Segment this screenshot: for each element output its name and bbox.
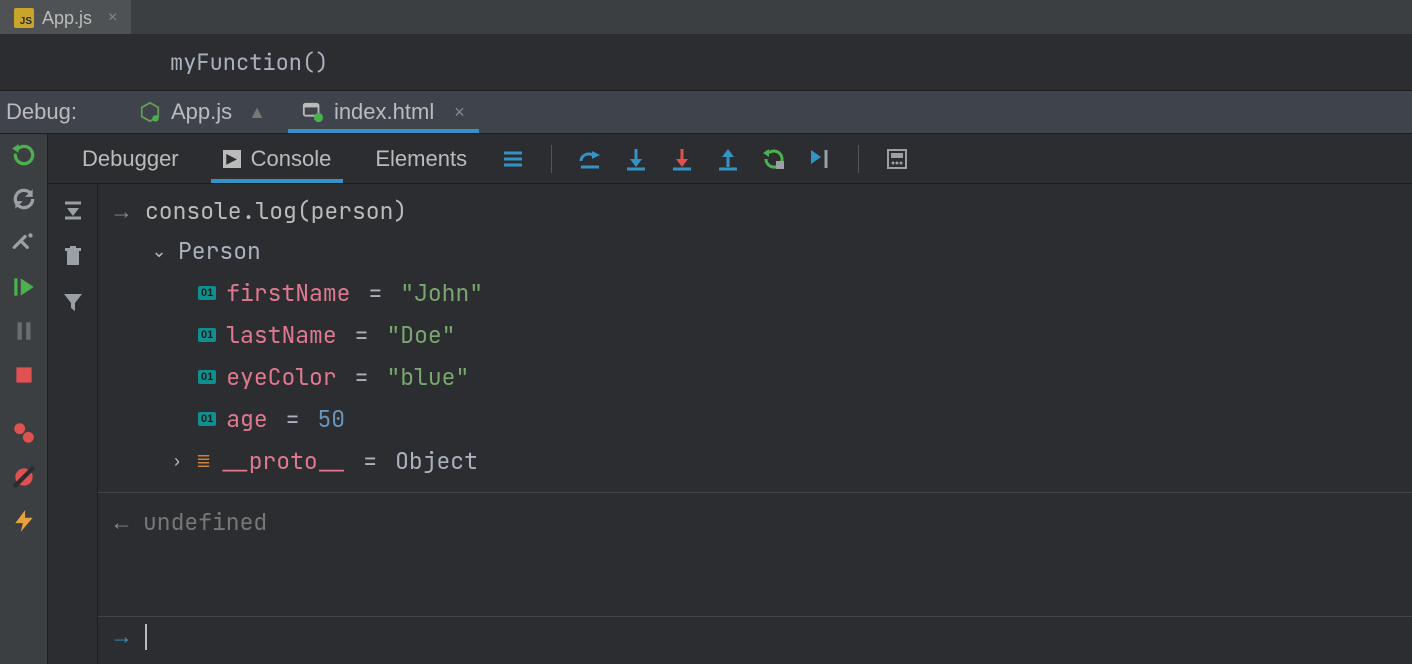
tab-debugger[interactable]: Debugger — [60, 134, 201, 183]
property-badge-icon: 01 — [198, 370, 216, 384]
proto-icon: ≣ — [196, 451, 211, 472]
show-execution-point-icon[interactable] — [501, 147, 525, 171]
filter-icon[interactable] — [61, 290, 85, 314]
property-name: eyeColor — [226, 362, 336, 392]
object-label: Person — [178, 236, 261, 266]
pin-icon[interactable]: ▲ — [248, 102, 266, 123]
property-badge-icon: 01 — [198, 412, 216, 426]
console-side-toolbar — [48, 184, 98, 664]
editor-tab-appjs[interactable]: JS App.js × — [0, 0, 131, 34]
force-step-into-icon[interactable] — [670, 147, 694, 171]
console-prompt[interactable]: → — [98, 616, 1412, 656]
debug-config-appjs[interactable]: App.js ▲ — [125, 91, 280, 133]
input-arrow-icon: → — [110, 198, 133, 225]
lightning-icon[interactable] — [11, 508, 37, 534]
editor-tab-label: App.js — [42, 8, 92, 29]
property-row[interactable]: 01 lastName = "Doe" — [138, 314, 1412, 356]
step-into-icon[interactable] — [624, 147, 648, 171]
separator — [551, 145, 552, 173]
rerun-icon[interactable] — [11, 142, 37, 168]
tab-label: Elements — [375, 146, 467, 172]
play-square-icon: ▶ — [223, 150, 241, 168]
resume-icon[interactable] — [11, 274, 37, 300]
pause-icon[interactable] — [11, 318, 37, 344]
nodejs-icon — [139, 101, 161, 123]
equals-sign: = — [355, 320, 369, 350]
javascript-file-icon: JS — [14, 8, 34, 28]
property-name: lastName — [226, 320, 336, 350]
step-over-icon[interactable] — [578, 147, 602, 171]
property-name: age — [226, 404, 267, 434]
proto-row[interactable]: › ≣ __proto__ = Object — [138, 440, 1412, 482]
property-badge-icon: 01 — [198, 286, 216, 300]
debug-config-indexhtml[interactable]: index.html × — [288, 91, 479, 133]
separator — [858, 145, 859, 173]
refresh-icon[interactable] — [11, 186, 37, 212]
property-value: "blue" — [386, 362, 469, 392]
tab-console[interactable]: ▶ Console — [201, 134, 354, 183]
property-name: firstName — [226, 278, 350, 308]
property-value: 50 — [317, 404, 345, 434]
debug-label: Debug: — [6, 99, 77, 125]
scroll-to-end-icon[interactable] — [61, 198, 85, 222]
equals-sign: = — [363, 446, 377, 476]
console-input-text: console.log(person) — [145, 196, 407, 226]
caret-icon — [145, 624, 147, 650]
return-value: undefined — [143, 507, 267, 537]
object-root[interactable]: ⌄ Person — [138, 230, 1412, 272]
breakpoints-icon[interactable] — [11, 420, 37, 446]
equals-sign: = — [368, 278, 382, 308]
property-badge-icon: 01 — [198, 328, 216, 342]
chevron-down-icon[interactable]: ⌄ — [150, 241, 168, 262]
object-tree: ⌄ Person 01 firstName = "John" 01 lastNa… — [98, 230, 1412, 482]
breadcrumb[interactable]: myFunction() — [0, 34, 1412, 90]
equals-sign: = — [286, 404, 300, 434]
output-arrow-icon: ← — [110, 509, 133, 536]
property-row[interactable]: 01 age = 50 — [138, 398, 1412, 440]
proto-value: Object — [395, 446, 478, 476]
proto-label: __proto__ — [221, 446, 345, 476]
close-icon[interactable]: × — [454, 102, 465, 123]
debug-tool-strip — [0, 134, 48, 664]
debug-bar: Debug: App.js ▲ index.html × — [0, 90, 1412, 134]
browser-debug-icon — [302, 101, 324, 123]
debug-config-label: index.html — [334, 99, 434, 125]
console-input-line: → console.log(person) — [98, 192, 1412, 230]
mute-breakpoints-icon[interactable] — [11, 464, 37, 490]
breadcrumb-text: myFunction() — [170, 48, 328, 77]
tab-label: Console — [251, 146, 332, 172]
console-panel: → console.log(person) ⌄ Person 01 firstN… — [48, 184, 1412, 664]
debug-content: Debugger ▶ Console Elements — [48, 134, 1412, 664]
property-value: "Doe" — [386, 320, 455, 350]
console-return-line: ← undefined — [98, 503, 1412, 541]
trash-icon[interactable] — [61, 244, 85, 268]
property-row[interactable]: 01 eyeColor = "blue" — [138, 356, 1412, 398]
tab-label: Debugger — [82, 146, 179, 172]
debug-workarea: Debugger ▶ Console Elements — [0, 134, 1412, 664]
evaluate-expression-icon[interactable] — [885, 147, 909, 171]
chevron-right-icon[interactable]: › — [168, 451, 186, 472]
property-row[interactable]: 01 firstName = "John" — [138, 272, 1412, 314]
prompt-arrow-icon: → — [110, 623, 133, 650]
editor-tabs: JS App.js × — [0, 0, 1412, 34]
stop-icon[interactable] — [11, 362, 37, 388]
settings-icon[interactable] — [11, 230, 37, 256]
debug-inner-tabs: Debugger ▶ Console Elements — [48, 134, 1412, 184]
step-toolbar — [501, 145, 909, 173]
debug-config-label: App.js — [171, 99, 232, 125]
close-icon[interactable]: × — [108, 9, 117, 27]
step-out-icon[interactable] — [716, 147, 740, 171]
run-to-cursor-icon[interactable] — [808, 147, 832, 171]
property-value: "John" — [400, 278, 483, 308]
tab-elements[interactable]: Elements — [353, 134, 489, 183]
divider — [98, 492, 1412, 493]
console-output[interactable]: → console.log(person) ⌄ Person 01 firstN… — [98, 184, 1412, 664]
drop-frame-icon[interactable] — [762, 147, 786, 171]
equals-sign: = — [355, 362, 369, 392]
